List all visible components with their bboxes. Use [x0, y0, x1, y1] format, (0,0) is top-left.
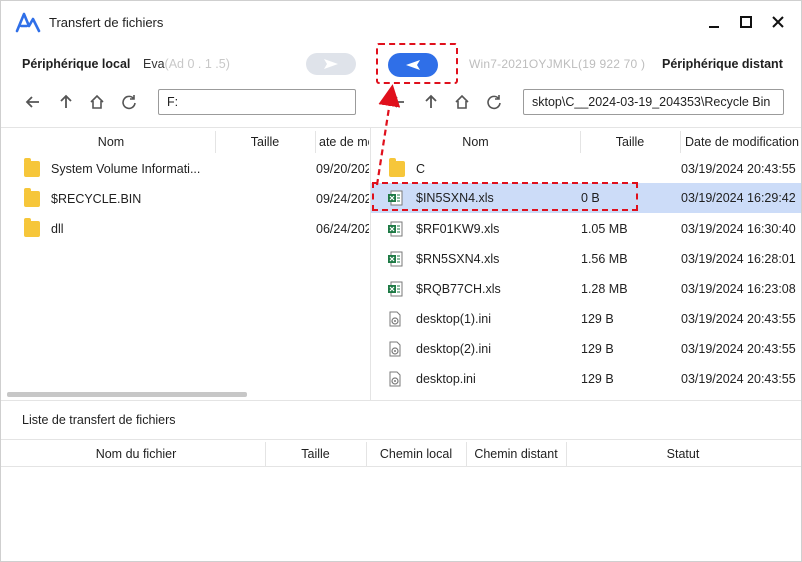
- folder-icon: [24, 158, 40, 177]
- transfer-list-divider: [1, 439, 801, 440]
- local-row-name: System Volume Informati...: [51, 162, 201, 176]
- excel-file-icon: [388, 281, 403, 297]
- local-row-date: 06/24/2024: [316, 222, 369, 236]
- remote-row-size: 129 B: [581, 312, 614, 326]
- remote-row[interactable]: desktop(2).ini 129 B 03/19/2024 20:43:55: [371, 334, 801, 364]
- up-arrow-icon[interactable]: [55, 91, 77, 113]
- remote-row[interactable]: desktop.ini 129 B 03/19/2024 20:43:55: [371, 364, 801, 394]
- remote-row-date: 03/19/2024 16:30:40: [681, 222, 796, 236]
- excel-file-icon: [388, 221, 403, 237]
- local-path-input[interactable]: F:: [158, 89, 356, 115]
- remote-row-name: $RQB77CH.xls: [416, 282, 501, 296]
- remote-row-size: 1.28 MB: [581, 282, 628, 296]
- transfer-column-status[interactable]: Statut: [566, 442, 800, 466]
- remote-row-date: 03/19/2024 20:43:55: [681, 342, 796, 356]
- remote-device-name: Win7-2021OYJMKL(19 922 70 ): [469, 57, 646, 71]
- remote-row[interactable]: $RF01KW9.xls 1.05 MB 03/19/2024 16:30:40: [371, 214, 801, 244]
- up-arrow-icon[interactable]: [420, 91, 442, 113]
- ini-file-icon: [389, 341, 401, 357]
- local-horizontal-scrollbar[interactable]: [7, 392, 247, 397]
- transfer-column-size[interactable]: Taille: [265, 442, 366, 466]
- remote-row-name: C: [416, 162, 426, 176]
- local-device-name: Eva(Ad 0 . 1 .5): [143, 57, 230, 71]
- transfer-column-local-path[interactable]: Chemin local: [366, 442, 466, 466]
- remote-row-date: 03/19/2024 16:29:42: [681, 191, 796, 205]
- local-column-date[interactable]: ate de mo: [319, 129, 369, 155]
- folder-icon: [24, 218, 40, 237]
- remote-row[interactable]: $RN5SXN4.xls 1.56 MB 03/19/2024 16:28:01: [371, 244, 801, 274]
- remote-row-name: desktop(2).ini: [416, 342, 492, 356]
- remote-row-size: 1.05 MB: [581, 222, 628, 236]
- local-column-name[interactable]: Nom: [7, 129, 215, 155]
- panel-top-divider: [1, 127, 801, 128]
- remote-row-date: 03/19/2024 16:23:08: [681, 282, 796, 296]
- remote-row-name: $RF01KW9.xls: [416, 222, 500, 236]
- transfer-column-filename[interactable]: Nom du fichier: [7, 442, 265, 466]
- back-arrow-icon[interactable]: [387, 91, 409, 113]
- home-icon[interactable]: [86, 91, 108, 113]
- remote-row-size: 129 B: [581, 342, 614, 356]
- local-row-date: 09/24/2024: [316, 192, 369, 206]
- title-bar: Transfert de fichiers: [1, 1, 801, 43]
- remote-row-name: desktop(1).ini: [416, 312, 492, 326]
- app-logo-icon: [15, 12, 41, 33]
- column-separator: [315, 131, 316, 153]
- local-row-name: $RECYCLE.BIN: [51, 192, 142, 206]
- local-row[interactable]: $RECYCLE.BIN 09/24/2024: [7, 184, 369, 214]
- folder-icon: [24, 188, 40, 207]
- column-separator: [680, 131, 681, 153]
- remote-column-name[interactable]: Nom: [371, 129, 580, 155]
- back-arrow-icon[interactable]: [22, 91, 44, 113]
- local-device-label: Périphérique local: [22, 57, 131, 71]
- remote-path-input[interactable]: sktop\C__2024-03-19_204353\Recycle Bin: [523, 89, 784, 115]
- remote-row[interactable]: $RQB77CH.xls 1.28 MB 03/19/2024 16:23:08: [371, 274, 801, 304]
- file-transfer-window: Transfert de fichiers Périphérique local…: [0, 0, 802, 562]
- local-row-date: 09/20/2024: [316, 162, 369, 176]
- close-icon[interactable]: [769, 13, 787, 31]
- send-to-remote-button[interactable]: [306, 53, 356, 75]
- maximize-icon[interactable]: [737, 13, 755, 31]
- ini-file-icon: [389, 311, 401, 327]
- local-column-size[interactable]: Taille: [215, 129, 315, 155]
- transfer-list-title: Liste de transfert de fichiers: [22, 413, 176, 427]
- home-icon[interactable]: [451, 91, 473, 113]
- refresh-icon[interactable]: [118, 91, 140, 113]
- send-arrow-right-icon: [324, 59, 338, 69]
- refresh-icon[interactable]: [483, 91, 505, 113]
- remote-row-size: 1.56 MB: [581, 252, 628, 266]
- panel-bottom-divider: [1, 400, 801, 401]
- local-row[interactable]: System Volume Informati... 09/20/2024: [7, 154, 369, 184]
- remote-column-date[interactable]: Date de modification: [685, 129, 799, 155]
- transfer-header-divider: [1, 466, 801, 467]
- remote-row-date: 03/19/2024 20:43:55: [681, 372, 796, 386]
- remote-row-date: 03/19/2024 16:28:01: [681, 252, 796, 266]
- remote-row-size: 129 B: [581, 372, 614, 386]
- selected-row-highlight: [372, 182, 638, 211]
- minimize-icon[interactable]: [705, 13, 723, 31]
- remote-nav-bar: sktop\C__2024-03-19_204353\Recycle Bin: [371, 89, 801, 115]
- remote-row-date: 03/19/2024 20:43:55: [681, 162, 796, 176]
- local-device-address: (Ad 0 . 1 .5): [164, 57, 230, 71]
- remote-device-label: Périphérique distant: [662, 57, 783, 71]
- transfer-column-remote-path[interactable]: Chemin distant: [466, 442, 566, 466]
- remote-row-date: 03/19/2024 20:43:55: [681, 312, 796, 326]
- remote-row[interactable]: desktop(1).ini 129 B 03/19/2024 20:43:55: [371, 304, 801, 334]
- local-row-name: dll: [51, 222, 64, 236]
- local-nav-bar: F:: [1, 89, 371, 115]
- remote-column-size[interactable]: Taille: [580, 129, 680, 155]
- receive-to-local-button[interactable]: [388, 53, 438, 77]
- ini-file-icon: [389, 371, 401, 387]
- folder-icon: [389, 158, 405, 177]
- remote-row-name: $RN5SXN4.xls: [416, 252, 500, 266]
- excel-file-icon: [388, 251, 403, 267]
- remote-row[interactable]: C 03/19/2024 20:43:55: [371, 154, 801, 184]
- receive-arrow-left-icon: [406, 60, 420, 70]
- window-title: Transfert de fichiers: [49, 15, 164, 30]
- local-row[interactable]: dll 06/24/2024: [7, 214, 369, 244]
- remote-row-name: desktop.ini: [416, 372, 476, 386]
